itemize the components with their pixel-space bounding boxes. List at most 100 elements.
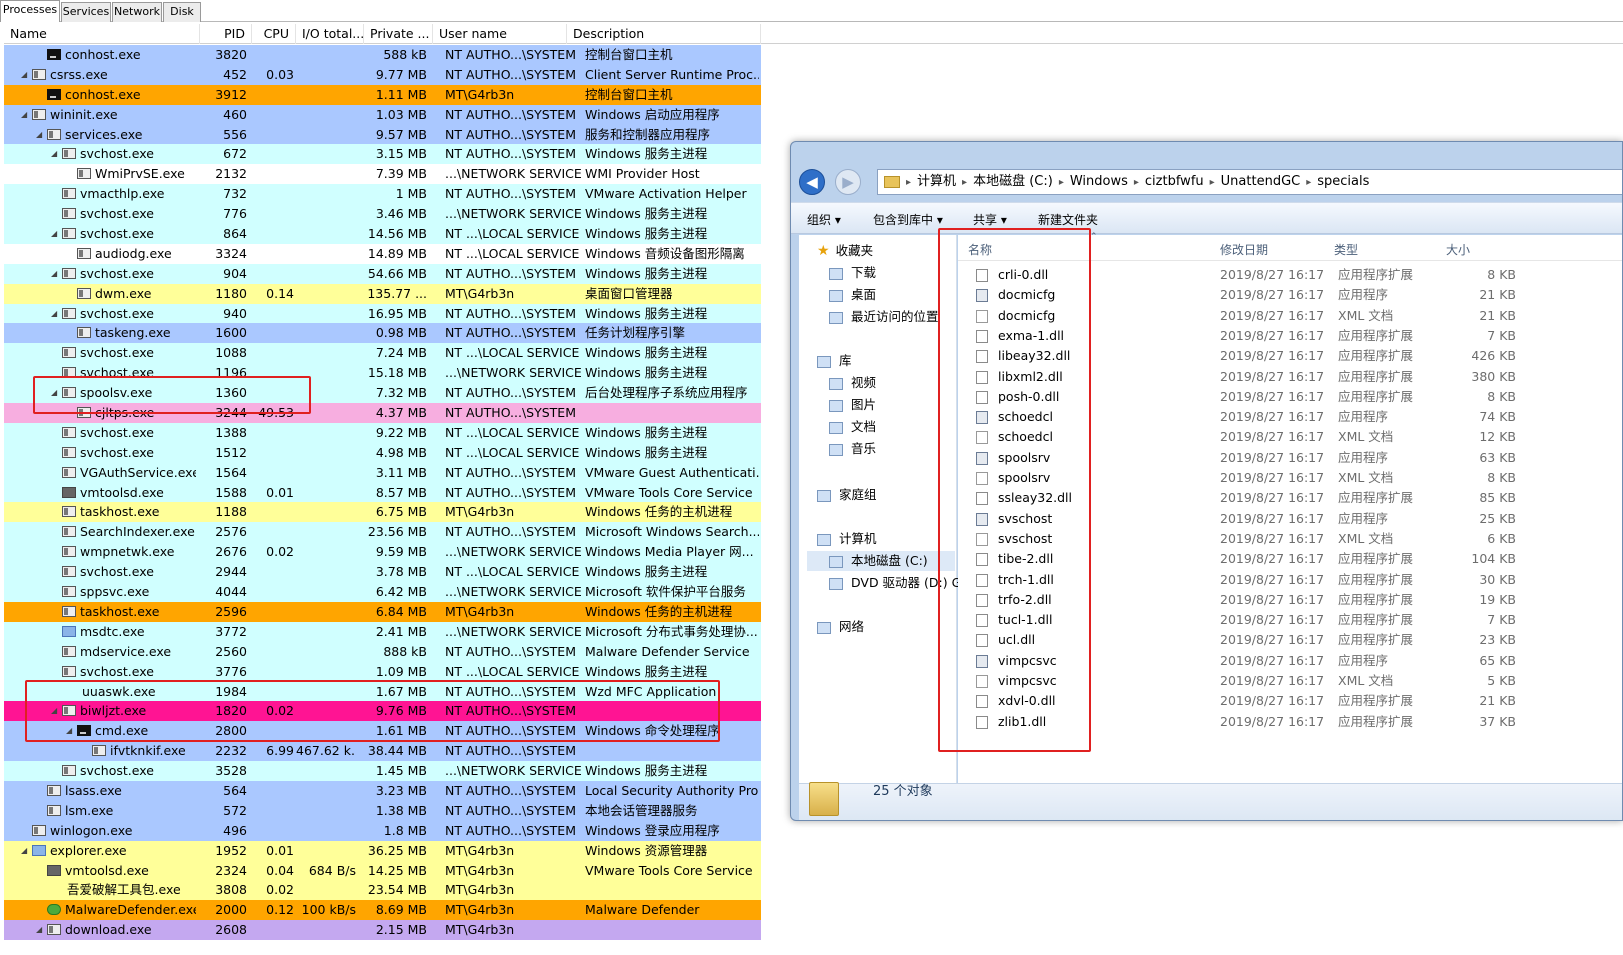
file-row[interactable]: vimpcsvc 2019/8/27 16:17 XML 文档 5 KB [958, 671, 1622, 691]
process-row[interactable]: SearchIndexer.exe 2576 23.56 MB NT AUTHO...… [4, 522, 761, 543]
expand-arrow-icon[interactable]: ◢ [51, 701, 60, 721]
back-button[interactable]: ◀ [799, 169, 825, 195]
process-row[interactable]: sppsvc.exe 4044 6.42 MB ...\NETWORK SERVICE… [4, 582, 761, 602]
file-row[interactable]: docmicfg 2019/8/27 16:17 XML 文档 21 KB [958, 306, 1622, 326]
col-file-type[interactable]: 类型 [1334, 241, 1358, 258]
process-row[interactable]: ◢ services.exe 556 9.57 MB NT AUTHO...\SYSTE… [4, 124, 761, 145]
file-row[interactable]: vimpcsvc 2019/8/27 16:17 应用程序 65 KB [958, 651, 1622, 671]
process-row[interactable]: mdservice.exe 2560 888 kB NT AUTHO...\SYSTE… [4, 641, 761, 662]
col-pid[interactable]: PID [200, 24, 252, 44]
expand-arrow-icon[interactable]: ◢ [51, 224, 60, 244]
breadcrumb-item[interactable]: ciztbfwfu [1145, 174, 1204, 189]
process-row[interactable]: cjltps.exe 3244 49.53 4.37 MB NT AUTHO...\SY… [4, 403, 761, 423]
expand-arrow-icon[interactable]: ◢ [51, 144, 60, 164]
breadcrumb-item[interactable]: 计算机 [917, 174, 956, 189]
nav-item[interactable]: 库 [817, 351, 852, 371]
process-row[interactable]: ◢ download.exe 2608 2.15 MB MT\G4rb3n [4, 920, 761, 941]
process-row[interactable]: VGAuthService.exe 1564 3.11 MB NT AUTHO...\… [4, 462, 761, 483]
process-row[interactable]: svchost.exe 1088 7.24 MB NT ...\LOCAL SERVI… [4, 343, 761, 364]
file-row[interactable]: tibe-2.dll 2019/8/27 16:17 应用程序扩展 104 KB [958, 549, 1622, 569]
file-row[interactable]: posh-0.dll 2019/8/27 16:17 应用程序扩展 8 KB [958, 387, 1622, 407]
process-row[interactable]: ◢ svchost.exe 672 3.15 MB NT AUTHO...\SYSTEM… [4, 144, 761, 165]
file-row[interactable]: trch-1.dll 2019/8/27 16:17 应用程序扩展 30 KB [958, 570, 1622, 590]
process-row[interactable]: ◢ svchost.exe 904 54.66 MB NT AUTHO...\SYSTE… [4, 263, 761, 284]
file-row[interactable]: svschost 2019/8/27 16:17 应用程序 25 KB [958, 509, 1622, 529]
process-row[interactable]: svchost.exe 1512 4.98 MB NT ...\LOCAL SERVI… [4, 442, 761, 463]
breadcrumb-separator-icon[interactable]: ▸ [1134, 177, 1139, 188]
file-row[interactable]: trfo-2.dll 2019/8/27 16:17 应用程序扩展 19 KB [958, 590, 1622, 610]
process-row[interactable]: ◢ spoolsv.exe 1360 7.32 MB NT AUTHO...\SYSTE… [4, 383, 761, 404]
nav-item[interactable]: 网络 [817, 617, 864, 637]
process-row[interactable]: ◢ csrss.exe 452 0.03 9.77 MB NT AUTHO...\SYST… [4, 64, 761, 85]
file-row[interactable]: ssleay32.dll 2019/8/27 16:17 应用程序扩展 85 KB [958, 488, 1622, 508]
process-row[interactable]: svchost.exe 1196 15.18 MB ...\NETWORK SERVI… [4, 363, 761, 384]
process-row[interactable]: ◢ biwljzt.exe 1820 0.02 9.76 MB NT AUTHO...\S… [4, 701, 761, 722]
file-row[interactable]: docmicfg 2019/8/27 16:17 应用程序 21 KB [958, 285, 1622, 305]
breadcrumb-separator-icon[interactable]: ▸ [906, 177, 911, 188]
process-row[interactable]: svchost.exe 776 3.46 MB ...\NETWORK SERVICE… [4, 204, 761, 225]
col-description[interactable]: Description [567, 24, 761, 44]
include-in-library-button[interactable]: 包含到库中 ▾ [873, 211, 943, 228]
file-row[interactable]: exma-1.dll 2019/8/27 16:17 应用程序扩展 7 KB [958, 326, 1622, 346]
nav-item[interactable]: 最近访问的位置 [829, 307, 939, 327]
process-row[interactable]: vmtoolsd.exe 2324 0.04 684 B/s 14.25 MB MT\G4… [4, 860, 761, 881]
process-row[interactable]: MalwareDefender.exe 2000 0.12 100 kB/s 8.69 … [4, 900, 761, 921]
process-row[interactable]: msdtc.exe 3772 2.41 MB ...\NETWORK SERVICE M… [4, 621, 761, 642]
nav-item[interactable]: 下载 [829, 263, 876, 283]
file-row[interactable]: tucl-1.dll 2019/8/27 16:17 应用程序扩展 7 KB [958, 610, 1622, 630]
breadcrumb-item[interactable]: 本地磁盘 (C:) [973, 174, 1053, 189]
process-row[interactable]: taskhost.exe 2596 6.84 MB MT\G4rb3n Windows … [4, 601, 761, 622]
process-row[interactable]: svchost.exe 3776 1.09 MB NT ...\LOCAL SERVI… [4, 661, 761, 682]
process-row[interactable]: taskeng.exe 1600 0.98 MB NT AUTHO...\SYSTEM… [4, 323, 761, 344]
expand-arrow-icon[interactable]: ◢ [66, 721, 75, 741]
process-row[interactable]: dwm.exe 1180 0.14 135.77 ... MT\G4rb3n 桌面窗口管理… [4, 283, 761, 304]
process-row[interactable]: winlogon.exe 496 1.8 MB NT AUTHO...\SYSTEM W… [4, 820, 761, 841]
col-modified-date[interactable]: 修改日期 [1220, 241, 1268, 258]
breadcrumb-separator-icon[interactable]: ▸ [1210, 177, 1215, 188]
file-row[interactable]: svschost 2019/8/27 16:17 XML 文档 6 KB [958, 529, 1622, 549]
process-row[interactable]: ◢ cmd.exe 2800 1.61 MB NT AUTHO...\SYSTEM Win… [4, 721, 761, 742]
tab-network[interactable]: Network [112, 2, 162, 22]
nav-item[interactable]: 计算机 [817, 529, 877, 549]
nav-item[interactable]: DVD 驱动器 (D:) GF [829, 573, 968, 593]
breadcrumb-separator-icon[interactable]: ▸ [1306, 177, 1311, 188]
nav-item[interactable]: 文档 [829, 417, 876, 437]
expand-arrow-icon[interactable]: ◢ [36, 920, 45, 940]
process-row[interactable]: conhost.exe 3820 588 kB NT AUTHO...\SYSTEM 控… [4, 45, 761, 65]
expand-arrow-icon[interactable]: ◢ [51, 264, 60, 284]
expand-arrow-icon[interactable]: ◢ [51, 304, 60, 324]
col-cpu[interactable]: CPU [252, 24, 296, 44]
file-row[interactable]: crli-0.dll 2019/8/27 16:17 应用程序扩展 8 KB [958, 265, 1622, 285]
nav-item[interactable]: 桌面 [829, 285, 876, 305]
col-file-size[interactable]: 大小 [1446, 241, 1470, 258]
process-row[interactable]: ◢ wininit.exe 460 1.03 MB NT AUTHO...\SYSTEM… [4, 104, 761, 125]
process-row[interactable]: vmacthlp.exe 732 1 MB NT AUTHO...\SYSTEM VMw… [4, 184, 761, 205]
nav-item[interactable]: 音乐 [829, 439, 876, 459]
tab-disk[interactable]: Disk [163, 2, 201, 22]
breadcrumb-separator-icon[interactable]: ▸ [962, 177, 967, 188]
breadcrumb-item[interactable]: UnattendGC [1221, 174, 1301, 189]
process-row[interactable]: svchost.exe 3528 1.45 MB ...\NETWORK SERVIC… [4, 761, 761, 781]
nav-item[interactable]: 视频 [829, 373, 876, 393]
file-row[interactable]: xdvl-0.dll 2019/8/27 16:17 应用程序扩展 21 KB [958, 691, 1622, 711]
col-user-name[interactable]: User name [433, 24, 567, 44]
process-row[interactable]: WmiPrvSE.exe 2132 7.39 MB ...\NETWORK SERVI… [4, 164, 761, 185]
nav-item[interactable]: 本地磁盘 (C:) [807, 551, 955, 571]
col-file-name[interactable]: 名称 [968, 241, 992, 258]
expand-arrow-icon[interactable]: ◢ [21, 65, 30, 85]
file-row[interactable]: zlib1.dll 2019/8/27 16:17 应用程序扩展 37 KB [958, 712, 1622, 732]
nav-item[interactable]: 图片 [829, 395, 876, 415]
process-row[interactable]: uuaswk.exe 1984 1.67 MB NT AUTHO...\SYSTEM W… [4, 681, 761, 702]
process-row[interactable]: 吾爱破解工具包.exe 3808 0.02 23.54 MB MT\G4rb3n [4, 880, 761, 901]
file-row[interactable]: spoolsrv 2019/8/27 16:17 应用程序 63 KB [958, 448, 1622, 468]
nav-item[interactable]: 家庭组 [817, 485, 877, 505]
breadcrumb-item[interactable]: Windows [1070, 174, 1128, 189]
process-row[interactable]: taskhost.exe 1188 6.75 MB MT\G4rb3n Windows … [4, 502, 761, 523]
file-row[interactable]: schoedcl 2019/8/27 16:17 应用程序 74 KB [958, 407, 1622, 427]
process-row[interactable]: svchost.exe 2944 3.78 MB NT ...\LOCAL SERVI… [4, 562, 761, 583]
organize-button[interactable]: 组织 ▾ [807, 211, 841, 228]
file-row[interactable]: libeay32.dll 2019/8/27 16:17 应用程序扩展 426 KB [958, 346, 1622, 366]
process-row[interactable]: vmtoolsd.exe 1588 0.01 8.57 MB NT AUTHO...\S… [4, 482, 761, 503]
col-io-total[interactable]: I/O total... [296, 24, 364, 44]
expand-arrow-icon[interactable]: ◢ [36, 125, 45, 145]
